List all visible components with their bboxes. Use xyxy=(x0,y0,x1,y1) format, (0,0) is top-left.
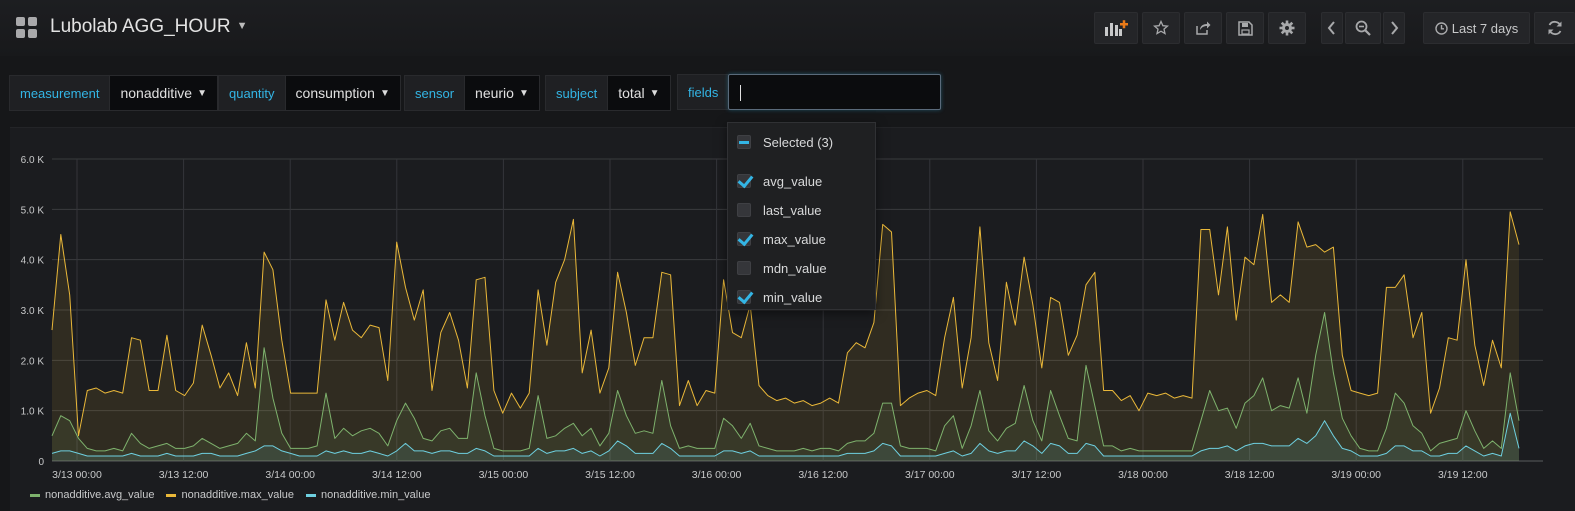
y-tick-label: 1.0 K xyxy=(21,407,45,418)
dropdown-selected-toggle[interactable]: Selected (3) xyxy=(728,131,833,153)
y-tick-label: 0 xyxy=(38,457,44,468)
x-tick-label: 3/16 00:00 xyxy=(692,469,742,481)
legend-swatch-avg xyxy=(30,493,40,497)
x-tick-label: 3/15 00:00 xyxy=(479,469,529,481)
legend-label-avg: nonadditive.avg_value xyxy=(45,489,155,501)
x-tick-label: 3/19 12:00 xyxy=(1438,469,1488,481)
y-tick-label: 3.0 K xyxy=(21,306,45,317)
x-tick-label: 3/18 12:00 xyxy=(1225,469,1275,481)
dropdown-option-min-value[interactable]: min_value xyxy=(728,286,822,308)
y-tick-label: 2.0 K xyxy=(21,356,45,367)
option-label: min_value xyxy=(763,289,823,305)
partial-checkbox-icon[interactable] xyxy=(737,135,751,149)
legend-item-avg[interactable]: nonadditive.avg_value xyxy=(30,489,154,501)
option-label: max_value xyxy=(763,231,826,247)
chart-legend: nonadditive.avg_value nonadditive.max_va… xyxy=(30,489,430,501)
x-tick-label: 3/17 00:00 xyxy=(905,469,955,481)
legend-item-max[interactable]: nonadditive.max_value xyxy=(166,489,294,501)
y-tick-label: 6.0 K xyxy=(21,155,45,166)
option-label: avg_value xyxy=(763,173,823,189)
y-tick-label: 4.0 K xyxy=(21,256,45,267)
x-tick-label: 3/19 00:00 xyxy=(1331,469,1381,481)
unchecked-checkbox-icon[interactable] xyxy=(737,203,751,217)
y-tick-label: 5.0 K xyxy=(21,205,45,216)
legend-label-min: nonadditive.min_value xyxy=(321,489,431,501)
option-label: mdn_value xyxy=(763,260,827,276)
option-label: last_value xyxy=(763,202,822,218)
fields-dropdown: Selected (3) avg_value last_value max_va… xyxy=(727,122,876,310)
unchecked-checkbox-icon[interactable] xyxy=(737,261,751,275)
checked-checkbox-icon[interactable] xyxy=(737,290,751,304)
x-tick-label: 3/14 12:00 xyxy=(372,469,422,481)
legend-swatch-min xyxy=(306,493,317,497)
x-tick-label: 3/17 12:00 xyxy=(1012,469,1062,481)
x-tick-label: 3/16 12:00 xyxy=(798,469,848,481)
x-tick-label: 3/13 12:00 xyxy=(159,469,209,481)
checked-checkbox-icon[interactable] xyxy=(737,174,751,188)
x-tick-label: 3/14 00:00 xyxy=(265,469,315,481)
dropdown-option-mdn-value[interactable]: mdn_value xyxy=(728,257,827,279)
dropdown-header-label: Selected (3) xyxy=(763,134,834,150)
dropdown-option-last-value[interactable]: last_value xyxy=(728,199,822,221)
dropdown-option-avg-value[interactable]: avg_value xyxy=(728,170,822,192)
x-tick-label: 3/18 00:00 xyxy=(1118,469,1168,481)
legend-item-min[interactable]: nonadditive.min_value xyxy=(306,489,430,501)
legend-swatch-max xyxy=(166,493,177,497)
dropdown-option-max-value[interactable]: max_value xyxy=(728,228,826,250)
legend-label-max: nonadditive.max_value xyxy=(181,489,295,501)
checked-checkbox-icon[interactable] xyxy=(737,232,751,246)
x-tick-label: 3/13 00:00 xyxy=(52,469,102,481)
x-tick-label: 3/15 12:00 xyxy=(585,469,635,481)
